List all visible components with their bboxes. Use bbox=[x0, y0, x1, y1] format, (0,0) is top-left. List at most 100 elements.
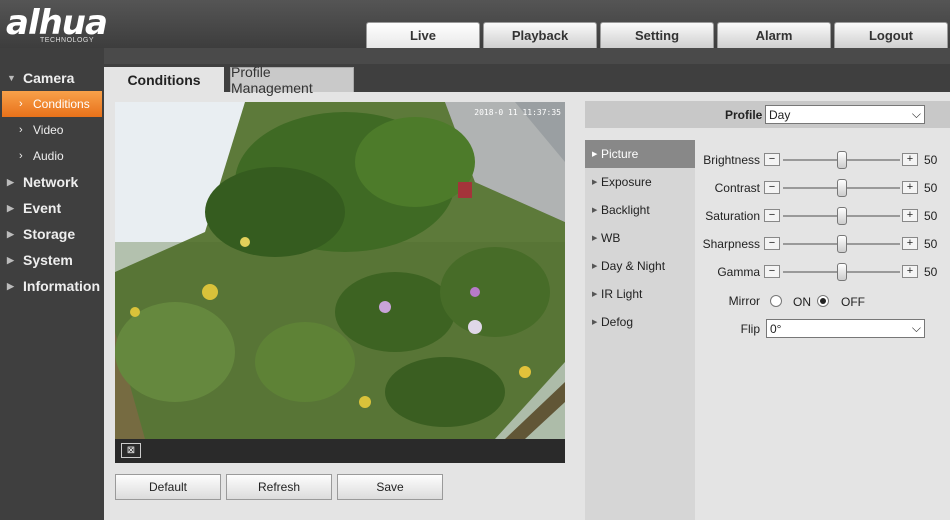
contrast-slider-thumb[interactable] bbox=[837, 179, 847, 197]
menu-item-wb[interactable]: ▶ WB bbox=[585, 224, 695, 252]
menu-item-picture[interactable]: ▶ Picture bbox=[585, 140, 695, 168]
tab-profile-management[interactable]: Profile Management bbox=[230, 64, 354, 96]
contrast-value: 50 bbox=[924, 181, 938, 195]
menu-item-label: Backlight bbox=[601, 203, 650, 217]
sidebar-item-label: Conditions bbox=[33, 97, 90, 111]
sharpness-row: Sharpness − + 50 bbox=[695, 234, 950, 254]
sidebar-item-label: Audio bbox=[33, 149, 64, 163]
sidebar-group-label: Storage bbox=[23, 226, 76, 242]
menu-item-label: Day & Night bbox=[601, 259, 666, 273]
camera-image bbox=[115, 102, 565, 439]
menu-item-day-night[interactable]: ▶ Day & Night bbox=[585, 252, 695, 280]
menu-item-label: Defog bbox=[601, 315, 634, 329]
nav-logout[interactable]: Logout bbox=[834, 22, 948, 48]
contrast-label: Contrast bbox=[714, 181, 760, 195]
menu-item-defog[interactable]: ▶ Defog bbox=[585, 308, 695, 336]
live-video-preview: 2018-0 11 11:37:35 bbox=[115, 102, 565, 439]
sidebar-item-conditions[interactable]: › Conditions bbox=[2, 91, 102, 117]
sidebar-group-label: System bbox=[23, 252, 73, 268]
main-panel: Conditions Profile Management 2018-0 11 … bbox=[104, 64, 950, 520]
brightness-increase-button[interactable]: + bbox=[902, 153, 918, 166]
conditions-menu: ▶ Picture ▶ Exposure ▶ Backlight ▶ WB ▶ Day &… bbox=[585, 140, 695, 520]
dahua-logo: alhua TECHNOLOGY bbox=[6, 4, 146, 46]
sidebar-group-storage[interactable]: ▶ Storage bbox=[0, 221, 104, 247]
sidebar-group-camera[interactable]: ▼ Camera bbox=[0, 65, 104, 91]
gamma-label: Gamma bbox=[717, 265, 760, 279]
chevron-right-icon: › bbox=[19, 98, 23, 110]
video-timestamp: 2018-0 11 11:37:35 bbox=[474, 108, 561, 117]
chevron-right-icon: › bbox=[19, 150, 23, 162]
collapsed-triangle-icon: ▶ bbox=[7, 280, 14, 291]
sidebar-group-information[interactable]: ▶ Information bbox=[0, 273, 104, 299]
gamma-decrease-button[interactable]: − bbox=[764, 265, 780, 278]
menu-item-label: Exposure bbox=[601, 175, 652, 189]
saturation-slider-thumb[interactable] bbox=[837, 207, 847, 225]
saturation-row: Saturation − + 50 bbox=[695, 206, 950, 226]
brightness-slider-thumb[interactable] bbox=[837, 151, 847, 169]
triangle-right-icon: ▶ bbox=[592, 235, 598, 242]
refresh-button[interactable]: Refresh bbox=[226, 474, 332, 500]
mirror-on-label: ON bbox=[793, 295, 811, 309]
menu-item-exposure[interactable]: ▶ Exposure bbox=[585, 168, 695, 196]
flip-row: Flip 0° ⌵ bbox=[695, 319, 950, 339]
menu-item-label: Picture bbox=[601, 147, 639, 161]
saturation-increase-button[interactable]: + bbox=[902, 209, 918, 222]
contrast-increase-button[interactable]: + bbox=[902, 181, 918, 194]
mirror-label: Mirror bbox=[728, 294, 760, 308]
collapsed-triangle-icon: ▶ bbox=[7, 254, 14, 265]
sharpness-increase-button[interactable]: + bbox=[902, 237, 918, 250]
logo-subtitle: TECHNOLOGY bbox=[40, 37, 95, 44]
mirror-off-radio[interactable] bbox=[817, 295, 829, 307]
tab-conditions[interactable]: Conditions bbox=[104, 67, 224, 92]
sidebar-group-event[interactable]: ▶ Event bbox=[0, 195, 104, 221]
sidebar-group-label: Network bbox=[23, 174, 79, 190]
profile-bar: Profile Day ⌵ bbox=[585, 101, 950, 128]
sharpness-value: 50 bbox=[924, 237, 938, 251]
nav-live[interactable]: Live bbox=[366, 22, 480, 48]
contrast-row: Contrast − + 50 bbox=[695, 178, 950, 198]
sharpness-slider-thumb[interactable] bbox=[837, 235, 847, 253]
brightness-label: Brightness bbox=[703, 153, 760, 167]
fit-window-icon[interactable]: ⊠ bbox=[121, 443, 141, 458]
saturation-label: Saturation bbox=[705, 209, 760, 223]
brightness-decrease-button[interactable]: − bbox=[764, 153, 780, 166]
default-button[interactable]: Default bbox=[115, 474, 221, 500]
chevron-right-icon: › bbox=[19, 124, 23, 136]
flip-select[interactable]: 0° ⌵ bbox=[766, 319, 925, 338]
mirror-row: Mirror ON OFF bbox=[695, 291, 950, 311]
triangle-right-icon: ▶ bbox=[592, 319, 598, 326]
sharpness-decrease-button[interactable]: − bbox=[764, 237, 780, 250]
nav-setting[interactable]: Setting bbox=[600, 22, 714, 48]
gamma-slider-thumb[interactable] bbox=[837, 263, 847, 281]
sidebar-item-audio[interactable]: › Audio bbox=[0, 143, 104, 169]
collapsed-triangle-icon: ▶ bbox=[7, 176, 14, 187]
sidebar-group-label: Camera bbox=[23, 70, 75, 86]
brightness-value: 50 bbox=[924, 153, 938, 167]
sidebar-item-video[interactable]: › Video bbox=[0, 117, 104, 143]
sidebar-group-label: Event bbox=[23, 200, 62, 216]
save-button[interactable]: Save bbox=[337, 474, 443, 500]
flip-label: Flip bbox=[740, 322, 760, 336]
gamma-value: 50 bbox=[924, 265, 938, 279]
sidebar: ▼ Camera › Conditions › Video › Audio ▶ … bbox=[0, 48, 104, 520]
sidebar-group-label: Information bbox=[23, 278, 100, 294]
saturation-decrease-button[interactable]: − bbox=[764, 209, 780, 222]
gamma-increase-button[interactable]: + bbox=[902, 265, 918, 278]
sidebar-group-network[interactable]: ▶ Network bbox=[0, 169, 104, 195]
profile-select-value: Day bbox=[769, 107, 791, 122]
tab-bar: Conditions Profile Management bbox=[104, 64, 950, 96]
menu-item-label: WB bbox=[601, 231, 621, 245]
chevron-down-icon: ⌵ bbox=[911, 321, 921, 335]
menu-item-ir-light[interactable]: ▶ IR Light bbox=[585, 280, 695, 308]
header: alhua TECHNOLOGY Live Playback Setting A… bbox=[0, 0, 950, 48]
profile-select[interactable]: Day ⌵ bbox=[765, 105, 925, 124]
nav-alarm[interactable]: Alarm bbox=[717, 22, 831, 48]
contrast-decrease-button[interactable]: − bbox=[764, 181, 780, 194]
menu-item-backlight[interactable]: ▶ Backlight bbox=[585, 196, 695, 224]
mirror-on-radio[interactable] bbox=[770, 295, 782, 307]
menu-item-label: IR Light bbox=[601, 287, 643, 301]
nav-playback[interactable]: Playback bbox=[483, 22, 597, 48]
sidebar-group-system[interactable]: ▶ System bbox=[0, 247, 104, 273]
triangle-right-icon: ▶ bbox=[592, 151, 598, 158]
saturation-value: 50 bbox=[924, 209, 938, 223]
